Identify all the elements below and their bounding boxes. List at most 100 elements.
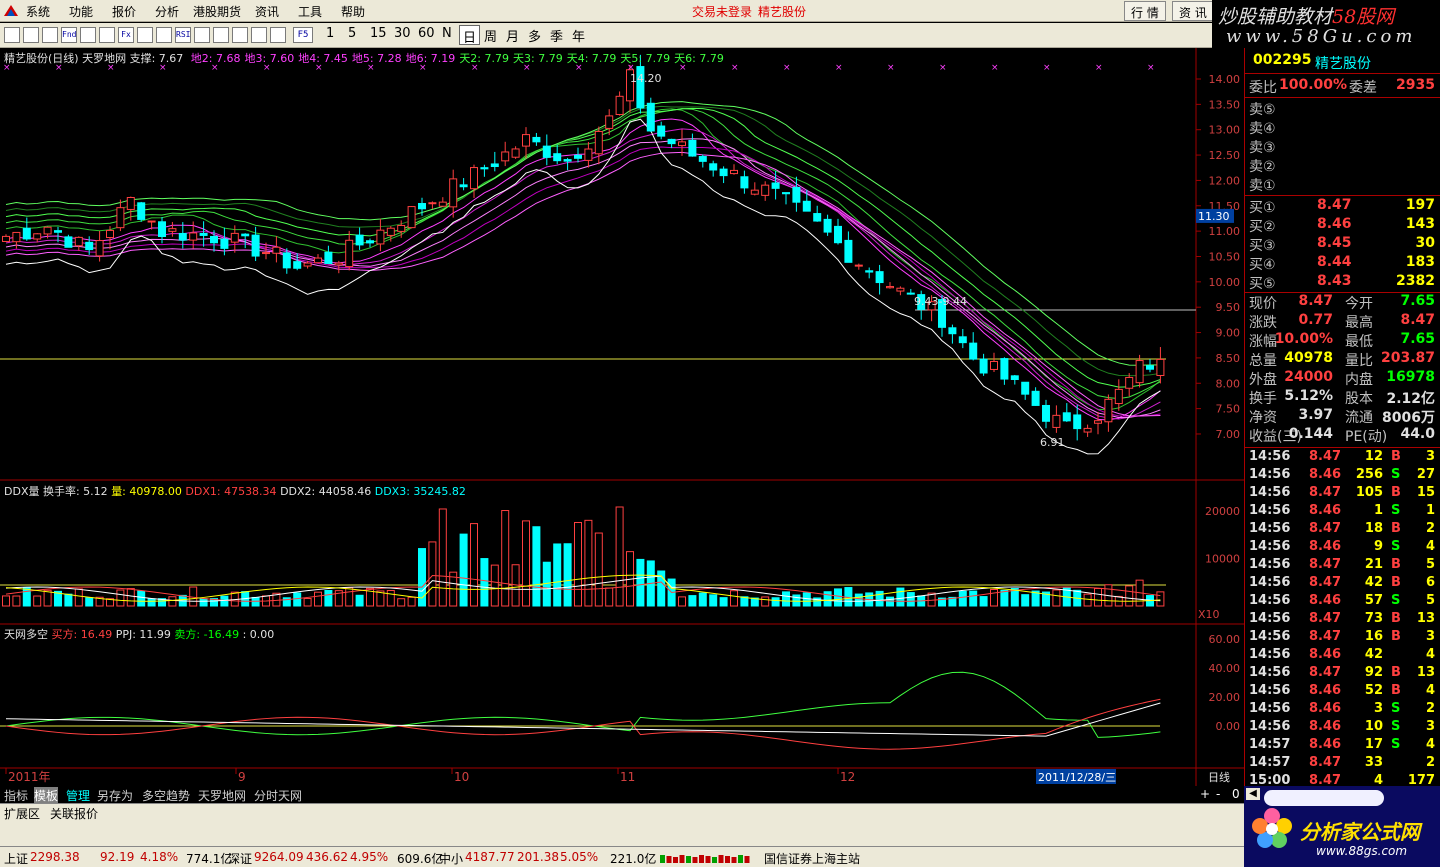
target-icon[interactable] [194, 27, 210, 43]
fund-icon[interactable]: Fnd [61, 27, 77, 43]
menu-hk-futures[interactable]: 港股期货 [193, 3, 241, 20]
kline-tool-icon[interactable] [4, 27, 20, 43]
scroll-minus-button[interactable]: - [1216, 787, 1220, 801]
server-name[interactable]: 国信证券上海主站 [764, 850, 860, 867]
volume-bar [501, 510, 510, 607]
candle-body [646, 102, 655, 132]
move-icon[interactable] [232, 27, 248, 43]
signal-bar [666, 856, 672, 863]
zoom-icon[interactable] [270, 27, 286, 43]
line-tool-icon[interactable] [23, 27, 39, 43]
tab-tianluo-diwang[interactable]: 天罗地网 [198, 787, 246, 804]
menu-help[interactable]: 帮助 [341, 3, 365, 20]
menu-function[interactable]: 功能 [69, 3, 93, 20]
tab-long-short-trend[interactable]: 多空趋势 [142, 787, 190, 804]
stat-value: 0.77 [1298, 312, 1333, 328]
order-ratio-value: 100.00% [1279, 77, 1348, 93]
grid-icon[interactable] [137, 27, 153, 43]
tick-count: 13 [1416, 611, 1435, 626]
volume-tick-label: 10000 [1205, 553, 1240, 566]
menu-tools[interactable]: 工具 [298, 3, 322, 20]
chart-tool-icon[interactable] [42, 27, 58, 43]
chart-area[interactable]: 14.00 13.50 13.00 12.50 12.00 11.50 11.00 10.50… [0, 48, 1244, 786]
menu-quote[interactable]: 报价 [112, 3, 136, 20]
tick-row: 14:56 8.47 12 B 3 [1249, 449, 1439, 467]
volume-value: 量: 40978.00 [111, 485, 182, 498]
tab-manage[interactable]: 管理 [66, 787, 90, 804]
zx-index-value: 4187.77 [465, 850, 515, 864]
info-icon[interactable] [80, 27, 96, 43]
bars-icon[interactable] [99, 27, 115, 43]
candle-body [730, 169, 738, 175]
candle-body [158, 221, 166, 238]
volume-unit-label: X10 [1198, 608, 1220, 621]
sz-index-change: 436.62 [306, 850, 348, 864]
tick-side: B [1391, 557, 1401, 572]
menu-system[interactable]: 系统 [26, 3, 50, 20]
zx-index-change: 201.38 [517, 850, 559, 864]
period-button-10[interactable]: 季 [547, 25, 566, 45]
quote-stat-row: 现价 8.47 今开 7.65 [1249, 293, 1439, 312]
buy-level-volume: 2382 [1396, 273, 1435, 289]
candle-body [522, 134, 530, 147]
volume-bar [958, 590, 967, 607]
tick-price: 8.47 [1309, 629, 1342, 644]
candle-body [490, 163, 499, 168]
tick-count: 4 [1425, 737, 1435, 752]
tick-price: 8.47 [1309, 521, 1342, 536]
trade-login-status[interactable]: 交易未登录 [692, 3, 752, 20]
date-axis-label: 11 [620, 770, 635, 784]
quote-stat-row: 外盘 24000 内盘 16978 [1249, 369, 1439, 388]
sort-icon[interactable] [156, 27, 172, 43]
period-button-1[interactable]: 5 [345, 25, 359, 45]
candle-body [386, 227, 395, 236]
refresh-icon[interactable] [251, 27, 267, 43]
tab-save-as[interactable]: 另存为 [97, 787, 133, 804]
news-button[interactable]: 资 讯 [1172, 1, 1214, 21]
ddx2-value: DDX2: 44058.46 [280, 485, 372, 498]
scroll-plus-button[interactable]: + [1200, 787, 1210, 801]
tick-row: 14:56 8.46 57 S 5 [1249, 593, 1439, 611]
main-chart-legend: 精艺股份(日线) 天罗地网 支撑: 7.67 地2: 7.68 地3: 7.60 地… [4, 50, 724, 66]
buy-level-volume: 183 [1405, 254, 1435, 270]
period-prev-button[interactable]: ◀ [1246, 788, 1260, 800]
chart-canvas[interactable]: 14.0013.5013.0012.5012.0011.5011.0010.50… [0, 48, 1244, 786]
menu-analysis[interactable]: 分析 [155, 3, 179, 20]
period-button-2[interactable]: 15 [367, 25, 390, 45]
stat-value: 203.87 [1380, 350, 1435, 366]
period-button-6[interactable]: 日 [459, 25, 481, 46]
buy-side-value: 买方: 16.49 [51, 628, 113, 641]
rsi-icon[interactable]: RSI [175, 27, 191, 43]
volume-bar [896, 587, 905, 607]
cursor-icon[interactable] [213, 27, 229, 43]
period-button-0[interactable]: 1 [323, 25, 337, 45]
candle-body [906, 292, 915, 295]
scroll-reset-button[interactable]: 0 [1232, 787, 1240, 801]
tab-indicator[interactable]: 指标 [4, 787, 28, 804]
period-button-4[interactable]: 60 [415, 25, 438, 45]
tab-template[interactable]: 模板 [34, 787, 59, 804]
tick-time: 14:56 [1249, 629, 1291, 644]
period-button-8[interactable]: 月 [503, 25, 522, 45]
tick-row: 14:56 8.47 18 B 2 [1249, 521, 1439, 539]
order-diff-value: 2935 [1396, 77, 1435, 93]
candle-body [594, 130, 603, 155]
period-button-5[interactable]: N [439, 25, 455, 45]
tick-time: 14:56 [1249, 503, 1291, 518]
fx-icon[interactable]: Fx [118, 27, 134, 43]
sz-amount: 609.6亿 [397, 852, 444, 866]
tick-side: B [1391, 665, 1401, 680]
menu-news[interactable]: 资讯 [255, 3, 279, 20]
period-button-9[interactable]: 多 [525, 25, 544, 45]
period-button-11[interactable]: 年 [569, 25, 588, 45]
quote-button[interactable]: 行 情 [1124, 1, 1166, 21]
period-button-3[interactable]: 30 [391, 25, 414, 45]
tick-volume: 42 [1364, 575, 1383, 590]
tick-volume: 256 [1355, 467, 1383, 482]
price-tick-label: 11.00 [1209, 225, 1241, 238]
f5-button[interactable]: F5 [293, 27, 313, 43]
quote-stat-row: 总量 40978 量比 203.87 [1249, 350, 1439, 369]
period-button-7[interactable]: 周 [481, 25, 500, 45]
volume-bar [470, 523, 478, 607]
tab-intraday-net[interactable]: 分时天网 [254, 787, 302, 804]
